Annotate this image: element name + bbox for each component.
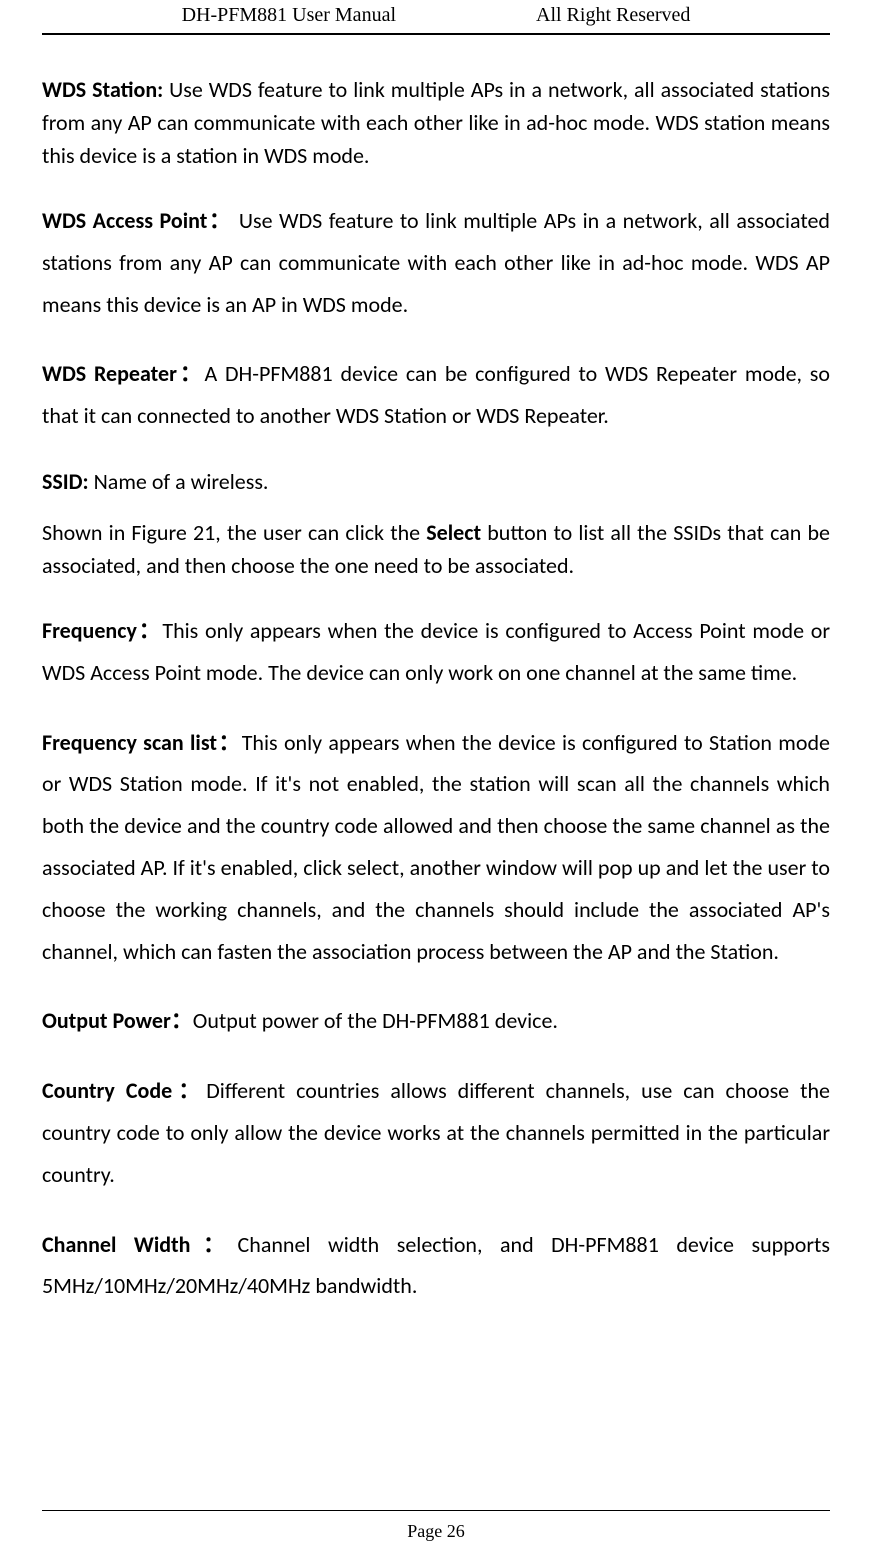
label-wds-repeater: WDS Repeater： [42,360,205,387]
label-ssid: SSID: [42,468,89,495]
para-freq-scan: Frequency scan list：This only appears wh… [42,722,830,973]
para-wds-station: WDS Station: Use WDS feature to link mul… [42,73,830,172]
label-wds-station: WDS Station: [42,76,163,103]
header-left: DH-PFM881 User Manual [182,4,396,27]
label-wds-ap: WDS Access Point： [42,207,232,234]
para-ssid: SSID: Name of a wireless. [42,465,830,498]
para-channel-width: Channel Width：Channel width selection, a… [42,1224,830,1308]
para-frequency: Frequency：This only appears when the dev… [42,610,830,694]
para-shown: Shown in Figure 21, the user can click t… [42,516,830,582]
label-frequency: Frequency： [42,617,162,644]
footer-divider [42,1510,830,1511]
para-output-power: Output Power：Output power of the DH-PFM8… [42,1000,830,1042]
label-freq-scan: Frequency scan list： [42,729,242,756]
text-ssid: Name of a wireless. [89,468,269,495]
text-shown-prefix: Shown in Figure 21, the user can click t… [42,519,426,546]
para-wds-ap: WDS Access Point： Use WDS feature to lin… [42,200,830,325]
header-divider [42,33,830,35]
label-channel-width: Channel Width： [42,1231,238,1258]
para-country-code: Country Code：Different countries allows … [42,1070,830,1195]
text-freq-scan: This only appears when the device is con… [42,729,830,965]
page-footer: Page 26 [0,1510,872,1542]
label-output-power: Output Power： [42,1007,193,1034]
para-wds-repeater: WDS Repeater：A DH-PFM881 device can be c… [42,353,830,437]
text-output-power: Output power of the DH-PFM881 device. [193,1007,558,1034]
page-header: DH-PFM881 User Manual All Right Reserved [42,0,830,33]
header-right: All Right Reserved [536,4,690,27]
page-number: Page 26 [407,1521,465,1541]
text-shown-bold: Select [426,519,481,546]
label-country-code: Country Code： [42,1077,206,1104]
